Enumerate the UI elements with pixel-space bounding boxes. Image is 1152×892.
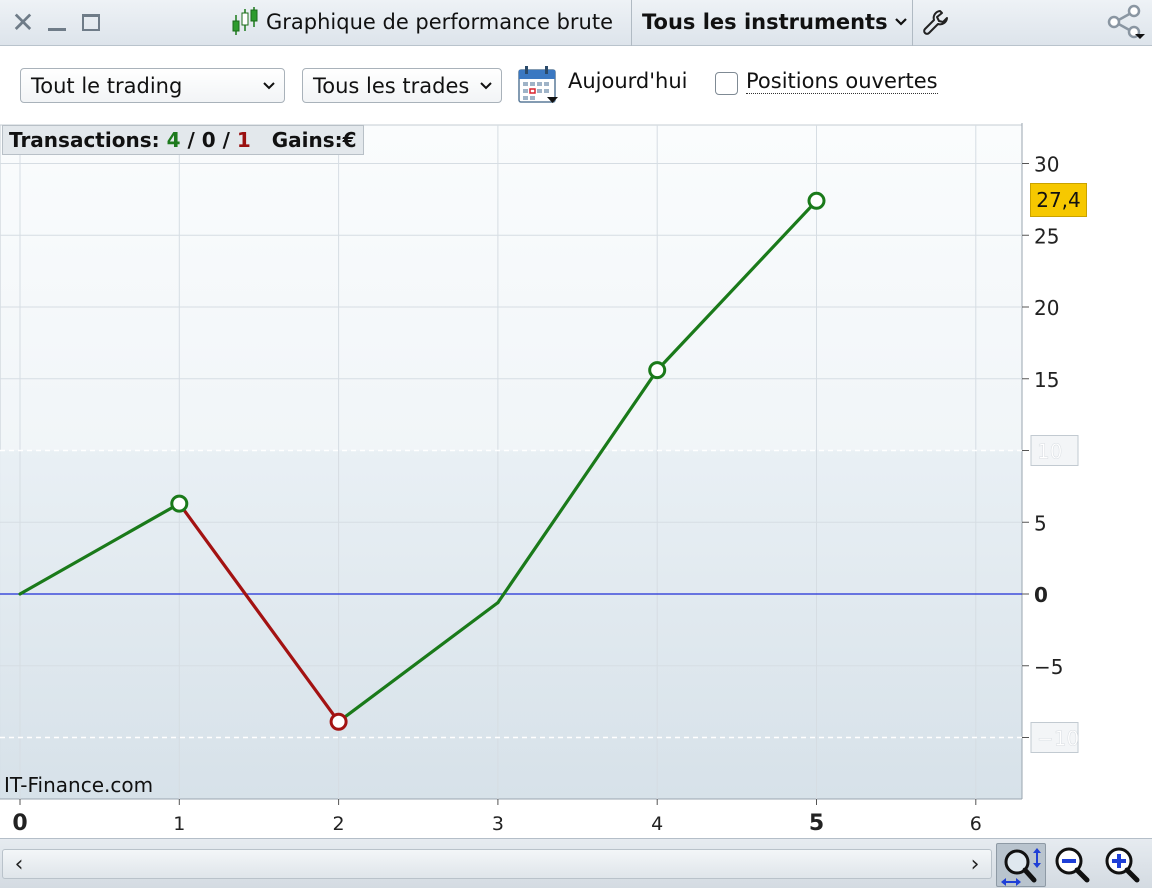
x-tick-label: 3 xyxy=(492,813,504,835)
x-tick-label: 1 xyxy=(173,813,185,835)
maximize-button[interactable] xyxy=(76,0,106,44)
separator: / xyxy=(215,128,237,152)
gains-label: Gains: xyxy=(271,128,343,152)
minimize-icon xyxy=(48,27,66,31)
open-positions-label[interactable]: Positions ouvertes xyxy=(746,69,938,94)
chevron-down-icon xyxy=(263,82,275,90)
x-tick-label: 4 xyxy=(651,813,663,835)
y-tick-label: −5 xyxy=(1034,655,1063,679)
scroll-left-button[interactable]: ‹ xyxy=(5,850,33,878)
y-tick-label: 0 xyxy=(1034,583,1048,607)
bottom-bar: ‹ › xyxy=(0,838,1152,888)
settings-button[interactable] xyxy=(914,0,958,44)
losing-trades-count: 1 xyxy=(236,128,251,152)
instrument-dropdown-label: Tous les instruments xyxy=(642,10,888,34)
chevron-down-icon xyxy=(894,18,907,26)
zoom-in-button[interactable] xyxy=(1100,843,1146,887)
share-button[interactable] xyxy=(1100,0,1150,44)
close-icon: ✕ xyxy=(11,5,35,39)
horizontal-scrollbar[interactable]: ‹ › xyxy=(2,849,992,879)
chart-canvas[interactable]: 302520151050−5−100 1 2 3 4 5 6 xyxy=(0,123,1152,838)
y-tick-label: −10 xyxy=(1037,727,1079,751)
chevron-down-icon xyxy=(480,82,492,90)
wrench-icon xyxy=(923,10,948,35)
title-bar: ✕ Graphique de performance brute Tous le… xyxy=(0,0,1152,46)
instrument-dropdown[interactable]: Tous les instruments xyxy=(632,0,912,44)
zoom-out-button[interactable] xyxy=(1050,843,1096,887)
y-tick-label: 10 xyxy=(1037,440,1062,464)
zoom-auto-icon xyxy=(1001,848,1041,886)
data-point-marker xyxy=(329,712,348,731)
performance-chart[interactable]: 30 25 20 15 10 5 0 −5 −10 0 1 2 3 4 5 6 Transactions: 4… xyxy=(0,123,1152,838)
y-tick-label: 15 xyxy=(1034,368,1059,392)
x-tick-label: 2 xyxy=(333,813,345,835)
close-button[interactable]: ✕ xyxy=(8,0,38,44)
x-tick-label: 0 xyxy=(12,811,27,836)
trades-select-value: Tous les trades xyxy=(313,73,470,98)
share-icon xyxy=(1107,4,1145,39)
toolbar: Tout le trading Tous les trades Aujourd'… xyxy=(0,47,1152,123)
candlestick-icon xyxy=(232,7,258,35)
minimize-button[interactable] xyxy=(42,0,72,44)
winning-trades-count: 4 xyxy=(166,128,181,152)
y-tick-label: 30 xyxy=(1034,153,1059,177)
gains-currency: € xyxy=(342,128,357,152)
data-point-marker xyxy=(807,191,826,210)
open-positions-checkbox[interactable] xyxy=(715,72,738,95)
data-point-marker xyxy=(648,361,667,380)
window-title: Graphique de performance brute xyxy=(266,10,614,34)
scroll-right-button[interactable]: › xyxy=(961,850,989,878)
zoom-in-icon xyxy=(1105,847,1140,883)
watermark: IT-Finance.com xyxy=(4,773,154,797)
data-point-marker xyxy=(170,494,189,513)
maximize-icon xyxy=(82,13,100,31)
y-tick-label: 25 xyxy=(1034,224,1059,248)
zoom-auto-button[interactable] xyxy=(996,843,1046,887)
window-title-area: Graphique de performance brute xyxy=(228,0,613,44)
x-tick-label: 5 xyxy=(809,811,824,836)
lower-band xyxy=(0,450,1022,799)
y-tick-label: 5 xyxy=(1034,511,1047,535)
neutral-trades-count: 0 xyxy=(201,128,216,152)
last-value-label: 27,4 xyxy=(1030,183,1087,217)
y-tick-label: 20 xyxy=(1034,296,1059,320)
scope-select-value: Tout le trading xyxy=(31,73,183,98)
separator: / xyxy=(180,128,202,152)
titlebar-spacer xyxy=(1098,0,1099,46)
transactions-label: Transactions: xyxy=(9,128,160,152)
chevron-left-icon: ‹ xyxy=(14,851,24,877)
calendar-icon[interactable] xyxy=(517,65,559,105)
today-label[interactable]: Aujourd'hui xyxy=(568,69,688,93)
scope-select[interactable]: Tout le trading xyxy=(20,68,285,103)
transactions-summary: Transactions: 4 / 0 / 1 Gains: € xyxy=(2,125,364,155)
trades-select[interactable]: Tous les trades xyxy=(302,68,502,103)
x-tick-label: 6 xyxy=(970,813,982,835)
titlebar-separator xyxy=(912,0,913,46)
zoom-out-icon xyxy=(1055,847,1090,883)
chevron-right-icon: › xyxy=(970,851,980,877)
